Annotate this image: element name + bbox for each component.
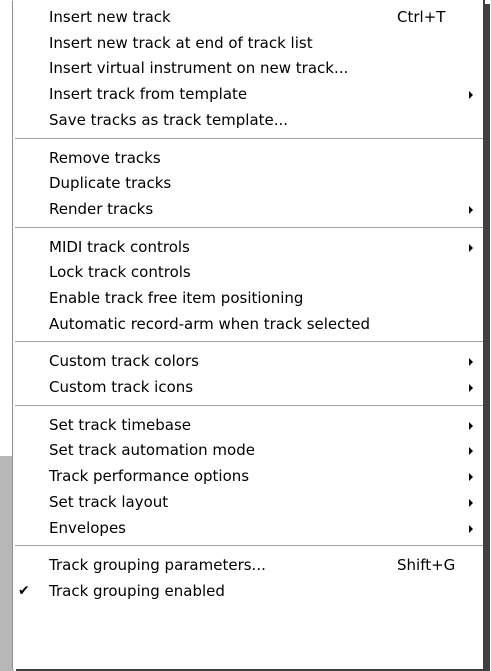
menu-item-label: Track grouping parameters... [49,556,266,574]
menu-separator [15,226,483,231]
menu-item-label: Insert virtual instrument on new track..… [49,59,349,77]
menu-item-label: Automatic record-arm when track selected [49,315,371,333]
submenu-arrow-icon [469,358,473,366]
menu-item-enable-track-free-item-positioning[interactable]: Enable track free item positioning [13,286,483,311]
menu-item-automatic-record-arm-when-track-selected[interactable]: Automatic record-arm when track selected [13,312,483,337]
menu-item-insert-new-track[interactable]: Insert new track Ctrl+T [13,5,483,30]
menu-item-midi-track-controls[interactable]: MIDI track controls [13,235,483,260]
menu-item-label: Envelopes [49,519,126,537]
menu-separator [15,341,483,346]
menu-shadow-right [485,4,490,671]
menu-item-set-track-timebase[interactable]: Set track timebase [13,413,483,438]
submenu-arrow-icon [469,206,473,214]
menu-item-label: Custom track colors [49,352,199,370]
menu-item-set-track-automation-mode[interactable]: Set track automation mode [13,438,483,463]
menu-item-set-track-layout[interactable]: Set track layout [13,490,483,515]
check-icon: ✔ [18,583,30,599]
menu-item-label: Enable track free item positioning [49,289,304,307]
menu-item-label: Insert new track at end of track list [49,34,313,52]
menu-item-label: Track performance options [49,467,250,485]
menu-item-duplicate-tracks[interactable]: Duplicate tracks [13,171,483,196]
menu-item-lock-track-controls[interactable]: Lock track controls [13,260,483,285]
menu-item-custom-track-icons[interactable]: Custom track icons [13,375,483,400]
menu-item-label: Set track layout [49,493,169,511]
menu-item-label: MIDI track controls [49,238,190,256]
submenu-arrow-icon [469,422,473,430]
menu-item-insert-virtual-instrument-on-new-track[interactable]: Insert virtual instrument on new track..… [13,56,483,81]
menu-item-label: Render tracks [49,200,154,218]
menu-item-render-tracks[interactable]: Render tracks [13,197,483,222]
menu-right-border [483,0,485,669]
screen: Insert new track Ctrl+T Insert new track a… [0,0,491,671]
menu-item-remove-tracks[interactable]: Remove tracks [13,146,483,171]
menu-item-track-performance-options[interactable]: Track performance options [13,464,483,489]
submenu-arrow-icon [469,499,473,507]
menu-item-label: Custom track icons [49,378,194,396]
submenu-arrow-icon [469,447,473,455]
menu-item-save-tracks-as-track-template[interactable]: Save tracks as track template... [13,108,483,133]
menu-item-label: Set track automation mode [49,441,255,459]
menu-item-label: Lock track controls [49,263,191,281]
menu-separator [15,404,483,409]
submenu-arrow-icon [469,525,473,533]
menu-item-label: Save tracks as track template... [49,111,289,129]
menu-item-label: Remove tracks [49,149,161,167]
menu-item-track-grouping-parameters[interactable]: Track grouping parameters... Shift+G [13,553,483,578]
track-context-menu: Insert new track Ctrl+T Insert new track a… [12,0,485,669]
menu-item-track-grouping-enabled[interactable]: ✔ Track grouping enabled [13,579,483,604]
menu-item-insert-track-from-template[interactable]: Insert track from template [13,82,483,107]
menu-item-insert-new-track-at-end-of-track-list[interactable]: Insert new track at end of track list [13,31,483,56]
menu-separator [15,137,483,142]
menu-item-envelopes[interactable]: Envelopes [13,516,483,541]
menu-item-shortcut: Shift+G [397,556,456,574]
submenu-arrow-icon [469,244,473,252]
menu-item-label: Insert new track [49,8,171,26]
menu-item-custom-track-colors[interactable]: Custom track colors [13,349,483,374]
submenu-arrow-icon [469,91,473,99]
menu-item-label: Track grouping enabled [49,582,225,600]
menu-item-label: Set track timebase [49,416,191,434]
menu-separator [15,545,483,550]
submenu-arrow-icon [469,473,473,481]
menu-item-label: Duplicate tracks [49,174,172,192]
menu-item-label: Insert track from template [49,85,248,103]
submenu-arrow-icon [469,384,473,392]
menu-item-shortcut: Ctrl+T [397,8,446,26]
